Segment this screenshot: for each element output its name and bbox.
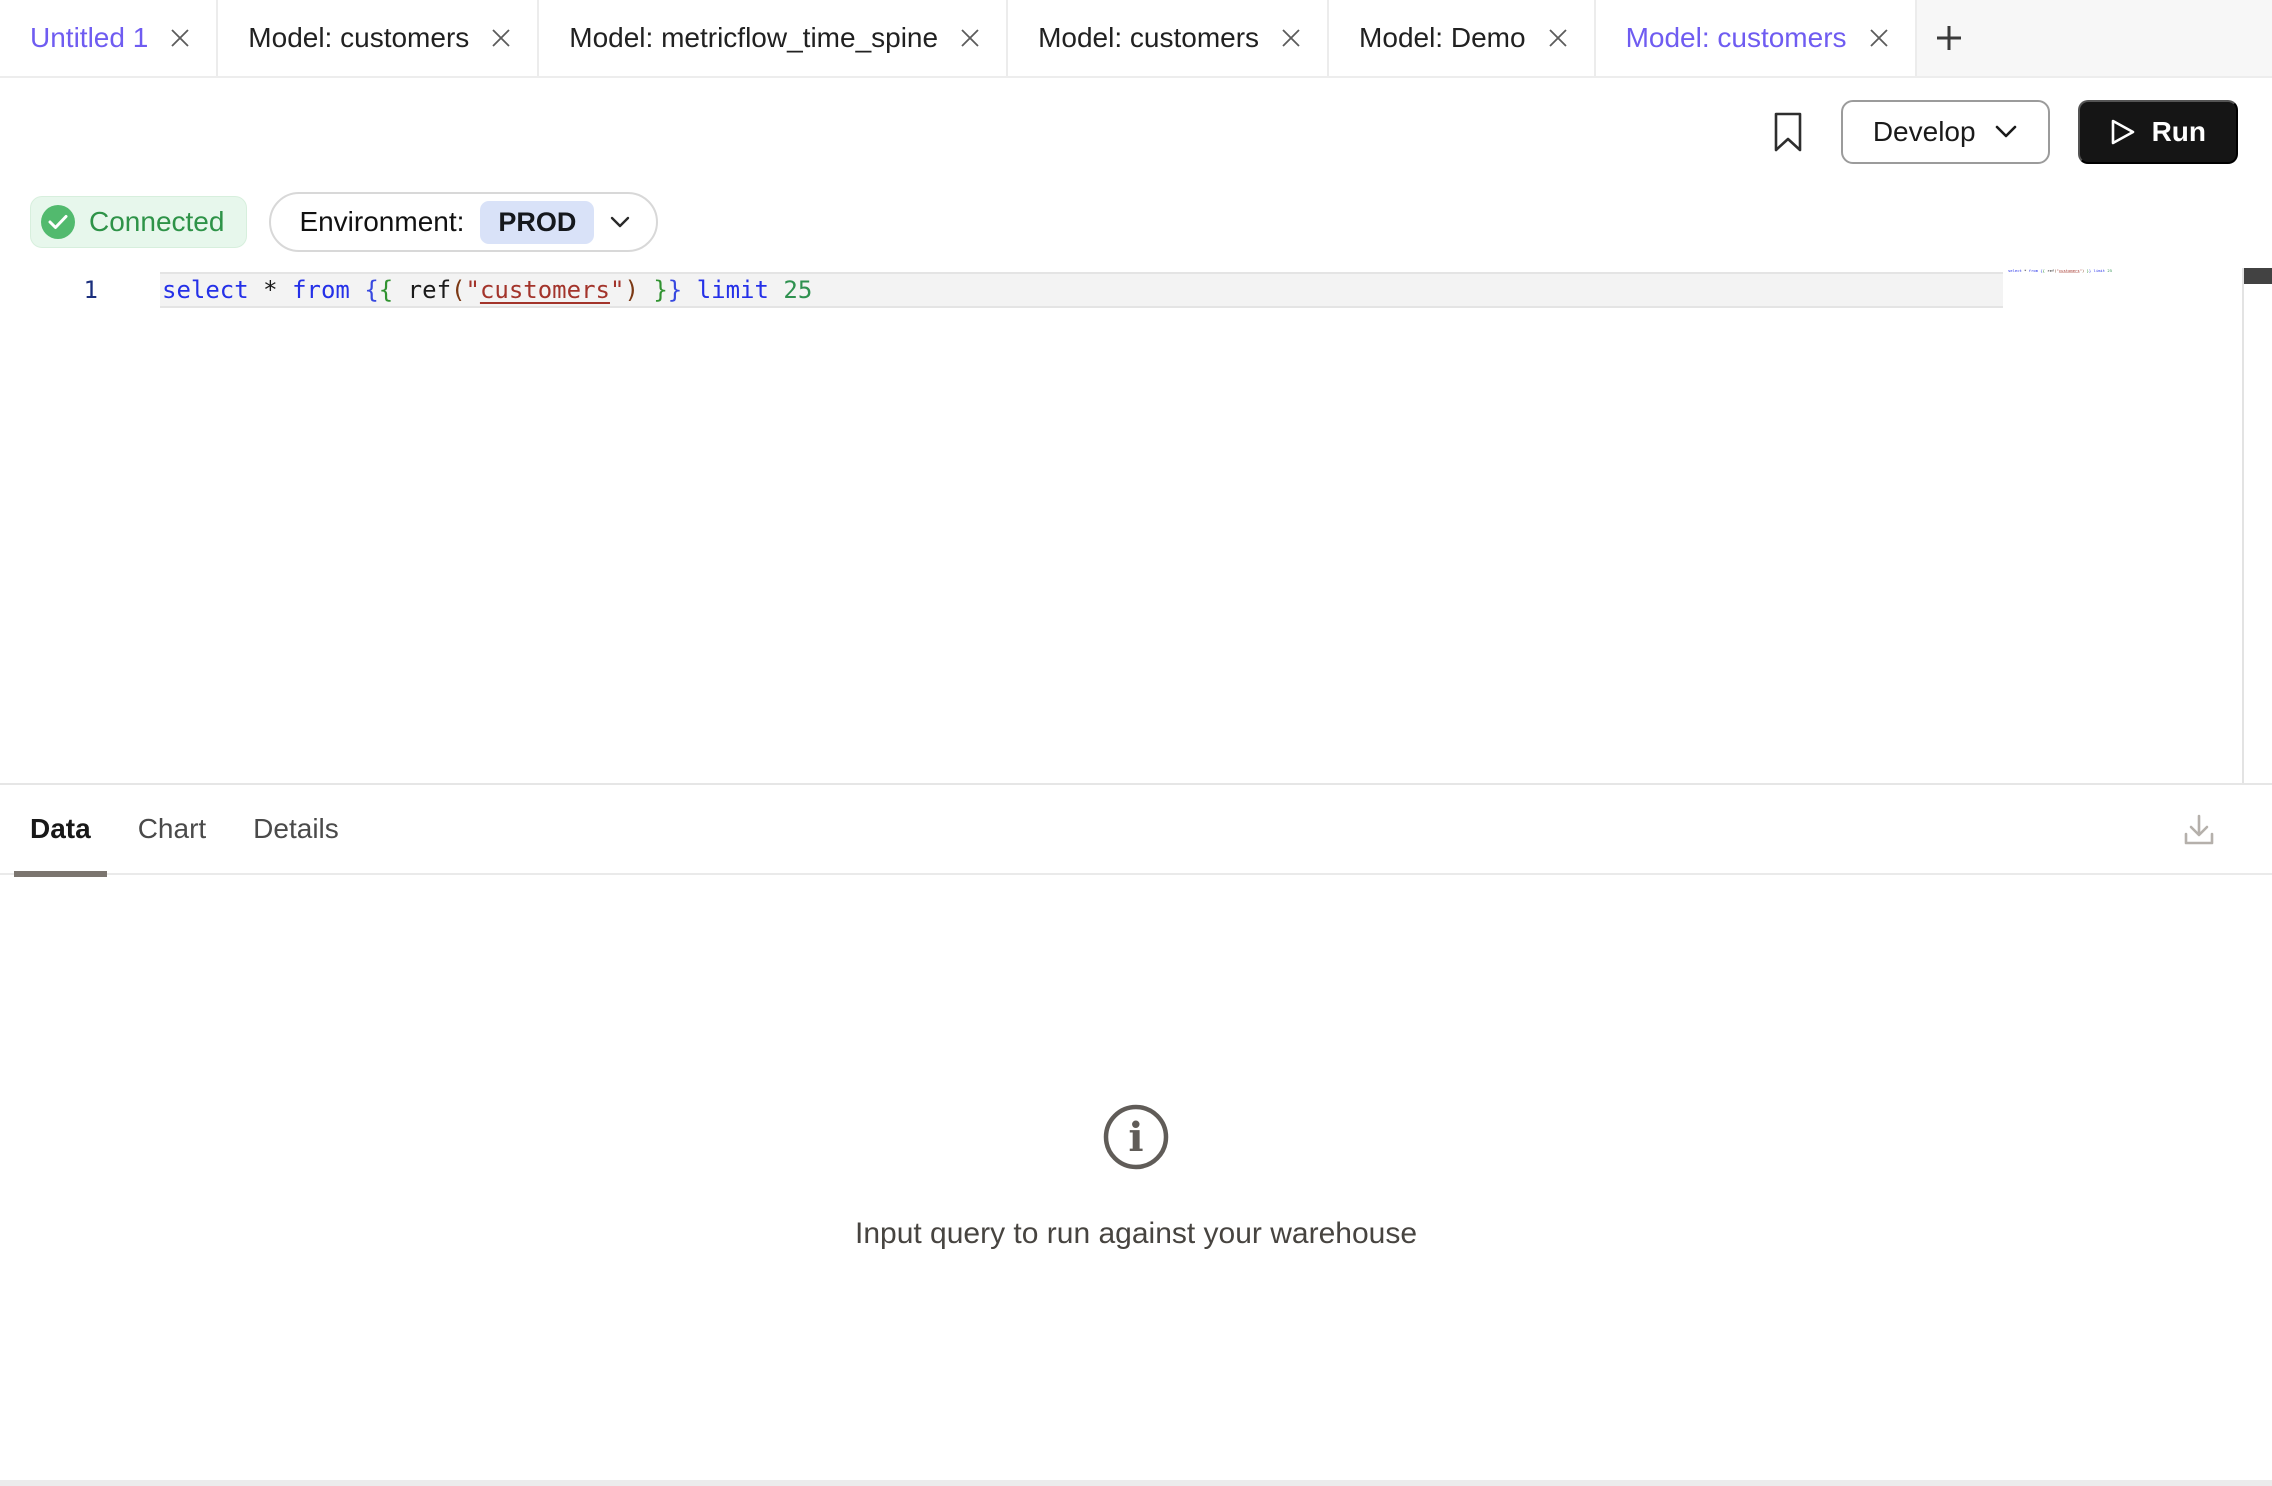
environment-label: Environment: [299, 206, 464, 238]
code-token: limit [2094, 269, 2106, 273]
tab-chart[interactable]: Chart [122, 785, 222, 873]
chevron-down-icon [1994, 125, 2018, 139]
play-icon [2110, 118, 2136, 146]
code-token: } [653, 276, 667, 304]
results-tab-bar: Data Chart Details [0, 785, 2272, 875]
results-panel: Data Chart Details i [0, 783, 2272, 1486]
toolbar: Develop Run [0, 80, 2272, 184]
code-token: ) [624, 276, 638, 304]
code-token: " [465, 276, 479, 304]
sql-editor[interactable]: 1 select * from {{ ref("customers") }} l… [0, 258, 2272, 783]
connection-status-row: Connected Environment: PROD [0, 186, 2272, 258]
code-token: 25 [783, 276, 812, 304]
tab-model-metricflow-time-spine[interactable]: Model: metricflow_time_spine [539, 0, 1008, 76]
tab-label: Model: customers [1626, 22, 1847, 54]
minimap[interactable]: select * from {{ ref("customers") }} lim… [2008, 268, 2240, 308]
download-icon [2181, 812, 2217, 848]
tab-label: Untitled 1 [30, 22, 148, 54]
tab-label: Model: customers [248, 22, 469, 54]
tab-model-demo[interactable]: Model: Demo [1329, 0, 1596, 76]
code-token: from [2029, 269, 2038, 273]
code-token: } [668, 276, 682, 304]
empty-state: i Input query to run against your wareho… [0, 1102, 2272, 1251]
run-label: Run [2152, 116, 2206, 148]
develop-label: Develop [1873, 116, 1976, 148]
code-token [769, 276, 783, 304]
empty-state-message: Input query to run against your warehous… [0, 1217, 2272, 1251]
close-icon[interactable] [958, 26, 982, 50]
close-icon[interactable] [168, 26, 192, 50]
code-token [350, 276, 364, 304]
tab-model-customers-1[interactable]: Model: customers [218, 0, 539, 76]
connected-label: Connected [89, 206, 224, 238]
check-icon [41, 205, 75, 239]
code-token: { [379, 276, 393, 304]
svg-text:i: i [1128, 1114, 1143, 1161]
results-tab-label: Details [253, 813, 339, 845]
minimap-code: select * from {{ ref("customers") }} lim… [2008, 268, 2045, 274]
code-token: * [263, 276, 277, 304]
code-token: ref [408, 276, 451, 304]
code-token: " [610, 276, 624, 304]
tab-label: Model: metricflow_time_spine [569, 22, 938, 54]
bottom-divider [0, 1480, 2272, 1486]
run-button[interactable]: Run [2078, 100, 2238, 164]
close-icon[interactable] [1867, 26, 1891, 50]
code-token: from [292, 276, 350, 304]
results-tab-label: Chart [138, 813, 206, 845]
develop-dropdown[interactable]: Develop [1841, 100, 2050, 164]
info-icon: i [1101, 1102, 1171, 1172]
tab-data[interactable]: Data [14, 785, 107, 873]
code-line-tokens[interactable]: select * from {{ ref("customers") }} lim… [162, 272, 812, 308]
editor-tab-bar: Untitled 1 Model: customers Model: metri… [0, 0, 2272, 78]
code-token: ref [2047, 269, 2054, 273]
close-icon[interactable] [1546, 26, 1570, 50]
code-token [393, 276, 407, 304]
tab-label: Model: Demo [1359, 22, 1526, 54]
code-token: 25 [2107, 269, 2112, 273]
close-icon[interactable] [489, 26, 513, 50]
new-tab-button[interactable] [1917, 0, 1981, 76]
close-icon[interactable] [1279, 26, 1303, 50]
environment-dropdown[interactable]: Environment: PROD [269, 192, 658, 252]
editor-scrollbar[interactable] [2242, 268, 2272, 783]
code-token [682, 276, 696, 304]
line-number: 1 [0, 272, 104, 308]
code-token: customers [480, 276, 610, 304]
code-token: ( [451, 276, 465, 304]
connected-badge: Connected [30, 196, 247, 248]
code-token [249, 276, 263, 304]
download-button[interactable] [2180, 811, 2218, 849]
ide-window: Untitled 1 Model: customers Model: metri… [0, 0, 2272, 1486]
code-token: limit [697, 276, 769, 304]
bookmark-icon [1773, 111, 1803, 153]
environment-value-badge: PROD [480, 201, 594, 244]
chevron-down-icon [610, 216, 630, 228]
code-token: customers [2059, 269, 2080, 273]
bookmark-button[interactable] [1771, 110, 1805, 154]
tab-untitled-1[interactable]: Untitled 1 [0, 0, 218, 76]
code-token [639, 276, 653, 304]
code-token: select [2008, 269, 2022, 273]
results-tab-label: Data [30, 813, 91, 845]
scrollbar-thumb[interactable] [2244, 268, 2272, 284]
tab-details[interactable]: Details [237, 785, 355, 873]
plus-icon [1933, 22, 1965, 54]
tab-label: Model: customers [1038, 22, 1259, 54]
code-token: { [364, 276, 378, 304]
code-token [278, 276, 292, 304]
tab-model-customers-2[interactable]: Model: customers [1008, 0, 1329, 76]
code-token: select [162, 276, 249, 304]
tab-model-customers-3[interactable]: Model: customers [1596, 0, 1917, 76]
